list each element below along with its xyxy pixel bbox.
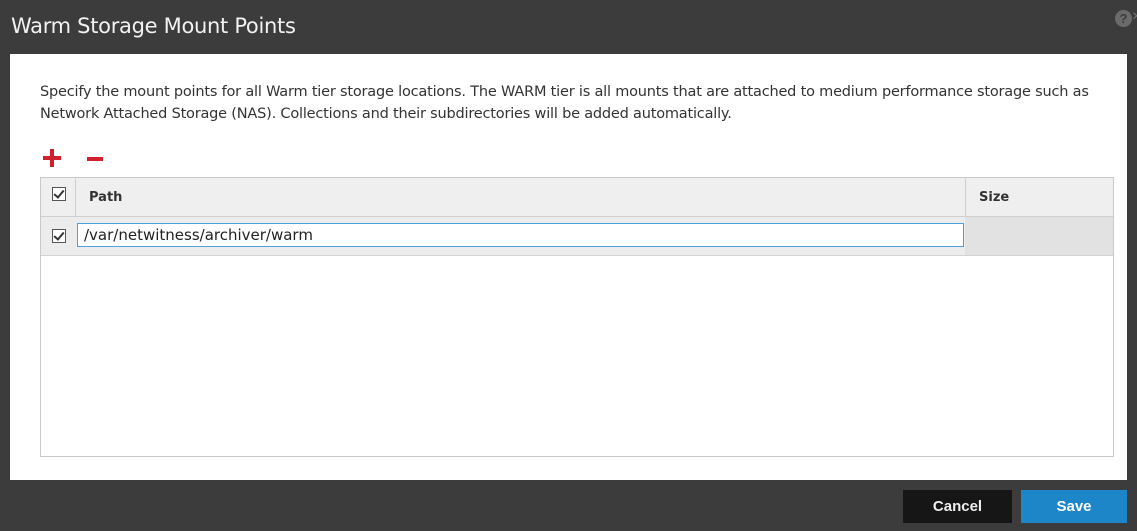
close-icon[interactable]: × — [1132, 8, 1137, 28]
column-divider — [75, 178, 76, 216]
select-all-checkbox[interactable] — [52, 187, 66, 201]
dialog-description: Specify the mount points for all Warm ti… — [40, 84, 1089, 122]
path-input[interactable]: /var/netwitness/archiver/warm — [77, 223, 964, 247]
warm-storage-dialog: Warm Storage Mount Points ? × Specify th… — [0, 0, 1137, 531]
column-divider — [965, 178, 966, 216]
save-button[interactable]: Save — [1021, 490, 1127, 523]
help-icon[interactable]: ? — [1115, 10, 1132, 27]
remove-mount-point-button[interactable] — [85, 147, 107, 169]
row-checkbox[interactable] — [52, 229, 66, 243]
table-row[interactable]: /var/netwitness/archiver/warm — [41, 217, 1113, 256]
cancel-button[interactable]: Cancel — [903, 490, 1012, 523]
add-mount-point-button[interactable] — [41, 147, 63, 169]
size-cell — [965, 217, 1113, 255]
column-header-path[interactable]: Path — [89, 190, 122, 205]
dialog-titlebar: Warm Storage Mount Points ? × — [0, 0, 1137, 54]
grid-header: Path Size — [41, 178, 1113, 217]
mount-points-grid: Path Size /var/netwitness/archiver/warm — [40, 177, 1114, 457]
dialog-title: Warm Storage Mount Points — [11, 14, 296, 38]
column-header-size[interactable]: Size — [979, 190, 1009, 205]
dialog-body: Specify the mount points for all Warm ti… — [10, 54, 1127, 480]
